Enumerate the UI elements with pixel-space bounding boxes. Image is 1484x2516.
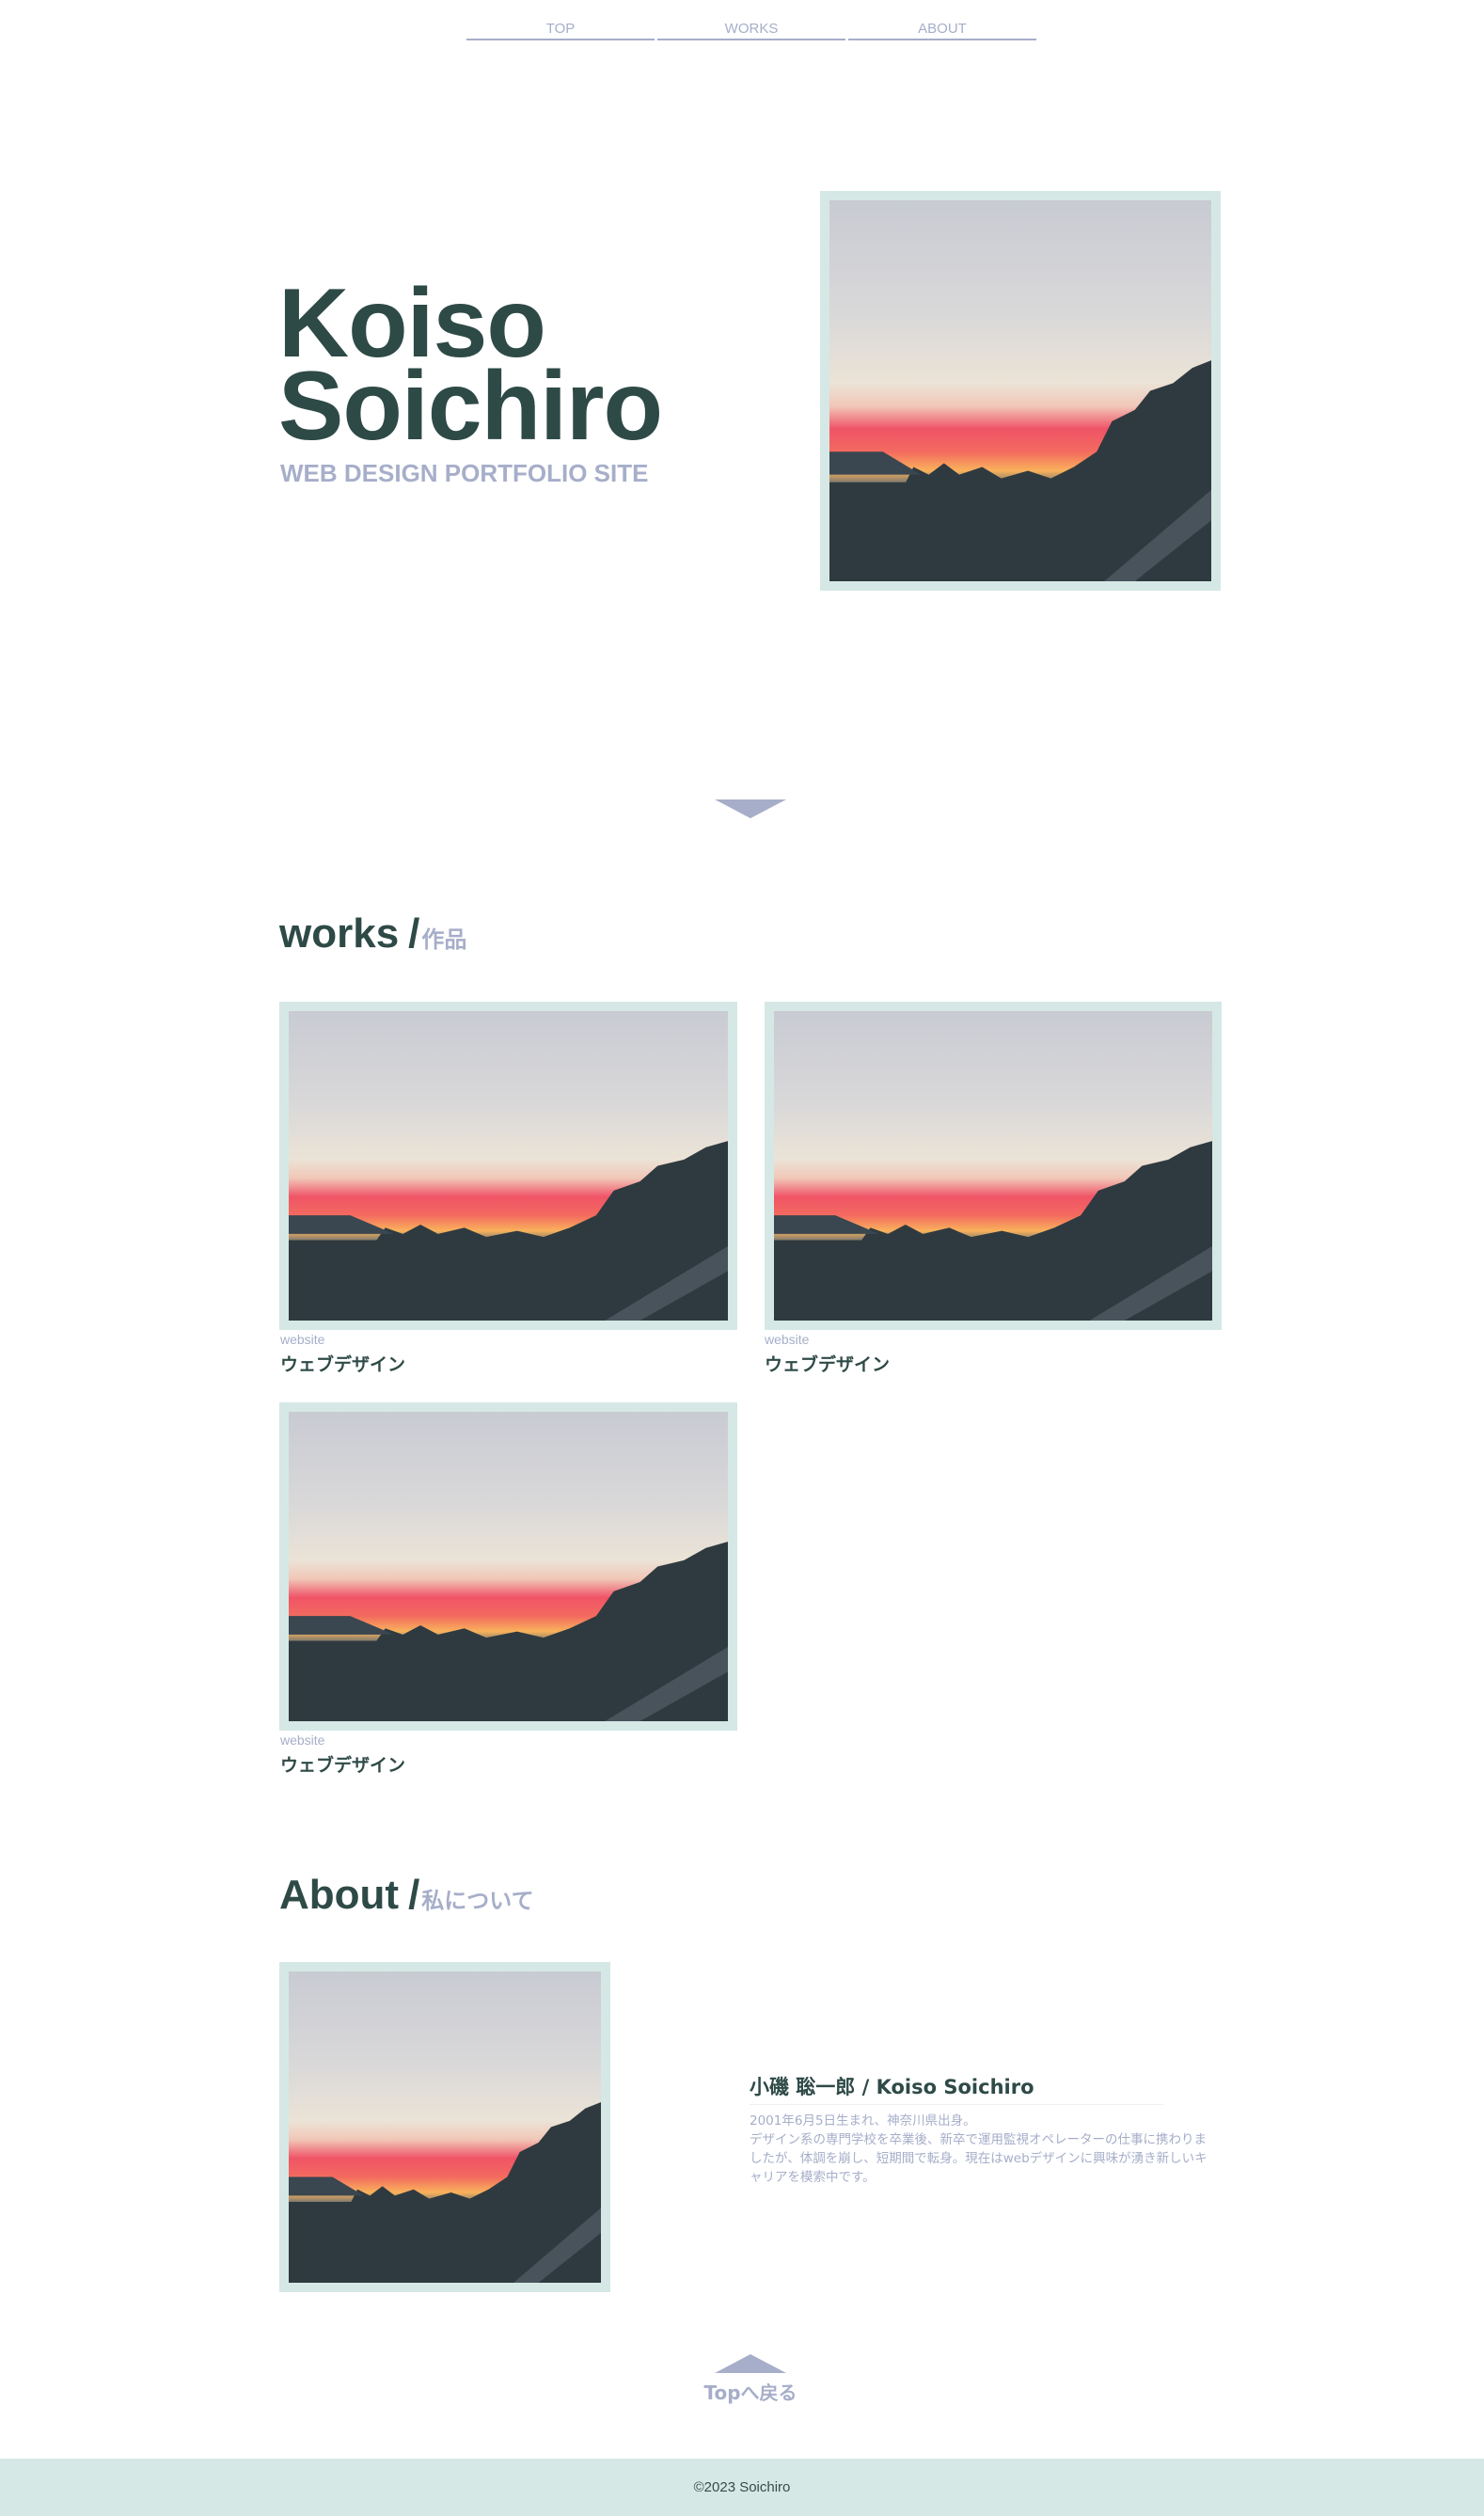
about-heading: About / 私について xyxy=(279,1872,534,1919)
about-name: 小磯 聡一郎 / Koiso Soichiro xyxy=(750,2072,1163,2105)
works-heading-jp: 作品 xyxy=(421,926,467,953)
work-title[interactable]: ウェブデザイン xyxy=(280,1751,405,1777)
sunset-image xyxy=(289,1412,728,1721)
work-category: website xyxy=(280,1332,325,1347)
works-heading: works / 作品 xyxy=(279,910,466,957)
work-category: website xyxy=(765,1332,810,1347)
nav-item-top[interactable]: TOP xyxy=(466,21,655,40)
chevron-down-icon[interactable] xyxy=(715,799,786,818)
chevron-up-icon[interactable] xyxy=(715,2354,786,2373)
works-heading-en: works xyxy=(279,910,400,957)
copyright: ©2023 Soichiro xyxy=(693,2479,791,2495)
about-heading-slash: / xyxy=(408,1872,420,1918)
hero-photo xyxy=(820,191,1221,591)
about-heading-en: About xyxy=(279,1872,400,1918)
back-to-top-link[interactable]: Topへ戻る xyxy=(696,2378,805,2405)
work-category: website xyxy=(280,1733,325,1748)
sunset-image xyxy=(829,200,1211,581)
work-card-image[interactable] xyxy=(279,1002,737,1330)
sunset-image xyxy=(289,1011,728,1321)
footer: ©2023 Soichiro xyxy=(0,2459,1484,2516)
sunset-image xyxy=(289,1971,601,2283)
work-title[interactable]: ウェブデザイン xyxy=(765,1351,890,1376)
work-title[interactable]: ウェブデザイン xyxy=(280,1351,405,1376)
hero-subtitle: WEB DESIGN PORTFOLIO SITE xyxy=(280,459,649,487)
hero-title: Koiso Soichiro xyxy=(278,275,663,455)
sunset-image xyxy=(774,1011,1212,1321)
global-nav: TOP WORKS ABOUT xyxy=(466,21,1036,40)
about-heading-jp: 私について xyxy=(421,1888,534,1914)
nav-item-works[interactable]: WORKS xyxy=(657,21,845,40)
about-body: 2001年6月5日生まれ、神奈川県出身。 デザイン系の専門学校を卒業後、新卒で運… xyxy=(750,2113,1208,2185)
hero-title-line2: Soichiro xyxy=(278,352,663,461)
work-card-image[interactable] xyxy=(765,1002,1222,1330)
works-heading-slash: / xyxy=(408,910,420,957)
about-photo xyxy=(279,1962,610,2292)
nav-item-about[interactable]: ABOUT xyxy=(848,21,1036,40)
work-card-image[interactable] xyxy=(279,1402,737,1731)
